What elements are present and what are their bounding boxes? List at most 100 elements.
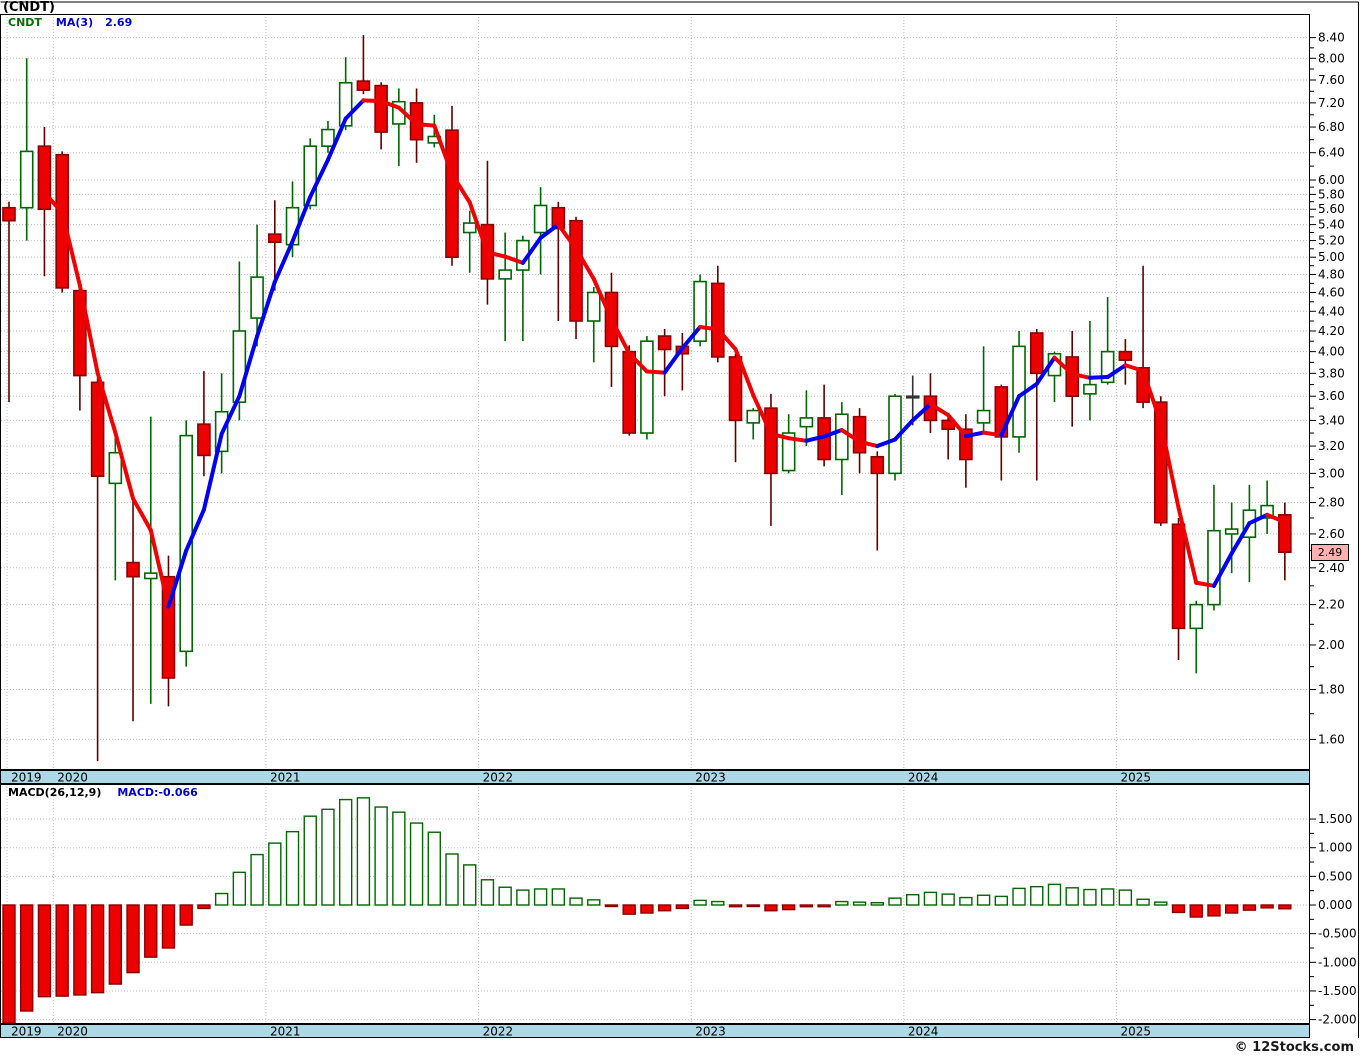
macd-bar	[1242, 904, 1257, 911]
price-axis-label: 5.80	[1318, 187, 1345, 201]
macd-bar	[657, 904, 672, 912]
candle-body	[445, 129, 459, 258]
price-axis-label: 3.80	[1318, 366, 1345, 380]
price-panel-border	[0, 14, 1310, 770]
price-axis-label: 3.00	[1318, 466, 1345, 480]
price-axis-label: 5.20	[1318, 234, 1345, 248]
macd-bar	[728, 904, 743, 908]
macd-bar	[55, 904, 69, 997]
candle-body	[2, 206, 16, 222]
macd-axis-label: -1.000	[1318, 955, 1357, 969]
year-label: 2024	[908, 1025, 939, 1039]
price-axis-label: 7.60	[1318, 73, 1345, 87]
macd-bar	[392, 811, 406, 906]
macd-bar	[1224, 904, 1239, 914]
macd-bar	[268, 842, 282, 906]
candle-body	[764, 407, 778, 475]
candle-body	[870, 455, 885, 475]
price-axis-label: 2.60	[1318, 527, 1345, 541]
macd-legend: MACD(26,12,9) MACD:-0.066	[8, 786, 198, 799]
candle-body	[710, 282, 725, 358]
macd-bar	[941, 893, 955, 906]
watermark: © 12Stocks.com	[1234, 1040, 1354, 1055]
macd-bar	[1065, 887, 1079, 906]
macd-bar	[179, 904, 193, 926]
macd-bar	[1012, 887, 1026, 906]
macd-bar	[976, 894, 991, 906]
candle-body	[905, 395, 920, 399]
candle-body	[1118, 350, 1133, 361]
candle-body	[250, 276, 264, 319]
macd-bar	[90, 904, 105, 994]
macd-bar	[321, 808, 335, 906]
macd-bar	[498, 886, 512, 906]
macd-bar	[1278, 904, 1292, 910]
candle-body	[90, 381, 105, 477]
macd-bar	[374, 806, 388, 906]
year-label: 2022	[483, 1025, 514, 1039]
macd-bar	[2, 904, 16, 1024]
ma3-line-segment	[1229, 521, 1252, 556]
macd-bar	[994, 895, 1009, 906]
macd-axis-label: 0.500	[1318, 869, 1352, 883]
macd-axis-label: -1.500	[1318, 984, 1357, 998]
candle-body	[462, 222, 477, 234]
price-axis-label: 1.60	[1318, 732, 1345, 746]
candle-body	[746, 409, 761, 424]
macd-bar	[480, 879, 495, 906]
candle-body	[1207, 529, 1221, 606]
macd-bar	[1083, 888, 1097, 906]
ma3-line-segment	[786, 436, 809, 443]
macd-bar	[144, 904, 158, 958]
macd-bar	[126, 904, 140, 974]
candle-body	[640, 340, 654, 434]
macd-bar	[20, 904, 34, 1012]
macd-bar	[1260, 904, 1274, 909]
year-label: 2020	[57, 1025, 88, 1039]
macd-bar	[232, 871, 247, 906]
candle-body	[728, 356, 743, 422]
candle-body	[1171, 523, 1186, 630]
candle-body	[835, 413, 849, 461]
year-label: 2021	[270, 1025, 301, 1039]
candle-body	[126, 561, 140, 578]
price-axis-label: 7.20	[1318, 96, 1345, 110]
ma3-line-segment	[1087, 375, 1110, 380]
candle-body	[143, 572, 158, 580]
year-label: 2019	[11, 771, 42, 785]
macd-bar	[622, 904, 636, 915]
macd-axis-label: -0.500	[1318, 927, 1357, 941]
macd-bar	[250, 853, 264, 906]
candle-body	[1224, 528, 1239, 535]
price-axis-label: 3.20	[1318, 439, 1345, 453]
candle-body	[586, 291, 601, 322]
year-label: 2021	[270, 771, 301, 785]
ma-value: 2.69	[105, 16, 133, 29]
candle-body	[976, 409, 991, 424]
macd-bar	[888, 897, 902, 906]
candle-body	[1029, 332, 1044, 375]
macd-bar	[852, 901, 867, 906]
macd-bar	[516, 889, 530, 906]
macd-axis-label: -2.000	[1318, 1013, 1357, 1027]
last-price-tag: 2.49	[1311, 544, 1349, 562]
year-label: 2019	[11, 1025, 42, 1039]
macd-bar	[1154, 901, 1168, 906]
price-axis-label: 6.40	[1318, 146, 1345, 160]
candle-body	[498, 269, 512, 280]
price-axis-label: 6.80	[1318, 120, 1345, 134]
candle-body	[108, 451, 123, 485]
year-label: 2023	[695, 1025, 726, 1039]
macd-bar	[427, 831, 441, 906]
ma3-line-segment	[1123, 363, 1146, 373]
macd-bar	[1047, 883, 1062, 906]
macd-bar	[1189, 904, 1203, 918]
year-strip-top	[0, 770, 1310, 784]
page-title: (CNDT)	[3, 0, 55, 15]
year-label: 2022	[483, 771, 514, 785]
price-axis-label: 4.60	[1318, 285, 1345, 299]
price-axis-label: 4.20	[1318, 324, 1345, 338]
macd-bar	[161, 904, 176, 949]
macd-bar	[799, 904, 814, 908]
ma3-line-segment	[361, 98, 384, 104]
